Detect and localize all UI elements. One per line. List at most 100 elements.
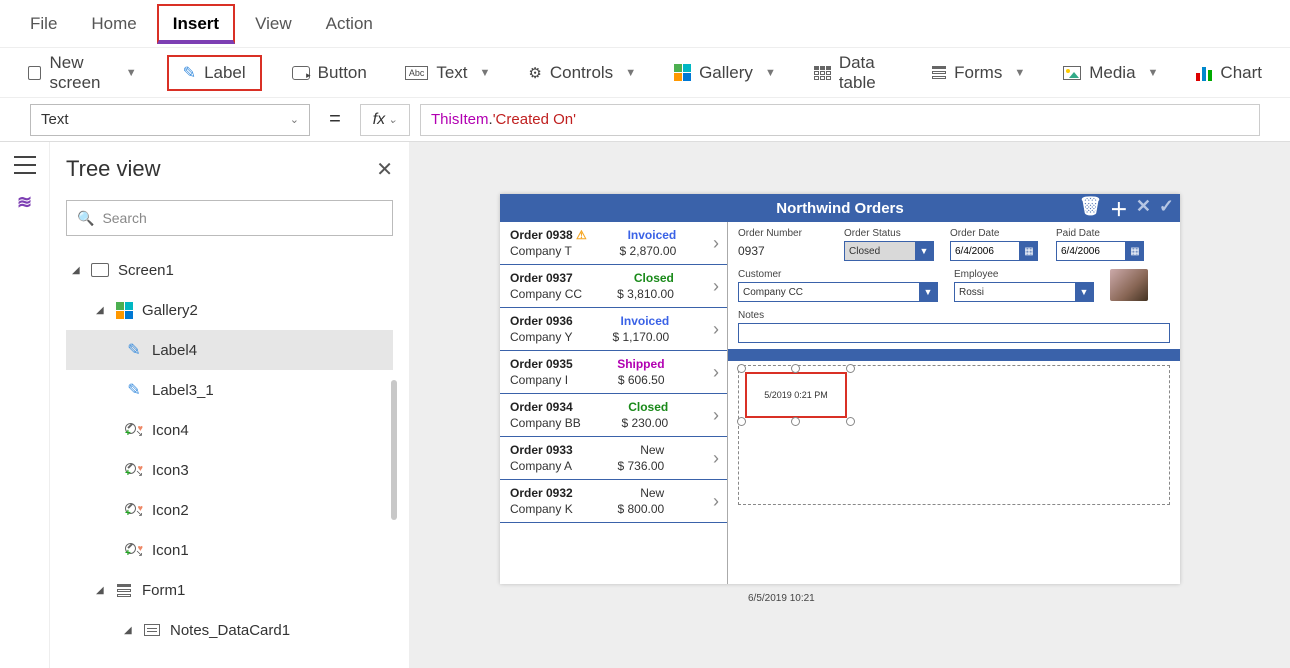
- calendar-icon[interactable]: ▦: [1020, 241, 1038, 261]
- orders-gallery[interactable]: Order 0938 ⚠Company TInvoiced$ 2,870.00›…: [500, 222, 728, 584]
- label-button[interactable]: ✎ Label: [167, 55, 262, 91]
- chevron-down-icon: ▼: [919, 283, 937, 301]
- order-amount: $ 736.00: [618, 459, 665, 473]
- tab-action[interactable]: Action: [312, 6, 387, 42]
- canvas[interactable]: Northwind Orders 🗑 ＋ ✕ ✓ Order 0938 ⚠Com…: [410, 142, 1290, 668]
- paid-date-picker[interactable]: ▦: [1056, 241, 1146, 261]
- button-icon: ▸: [292, 66, 310, 80]
- tree-item-label: Notes_DataCard1: [170, 622, 290, 639]
- chevron-down-icon: ▼: [1075, 283, 1093, 301]
- chevron-right-icon[interactable]: ›: [709, 276, 719, 297]
- expand-icon[interactable]: ◢: [96, 305, 106, 316]
- order-date-value[interactable]: [950, 241, 1020, 261]
- tree-item-label: Icon2: [152, 502, 189, 519]
- app-preview[interactable]: Northwind Orders 🗑 ＋ ✕ ✓ Order 0938 ⚠Com…: [500, 194, 1180, 584]
- detail-label-employee: Employee: [954, 269, 1094, 280]
- tree-item-icon4[interactable]: ♥+↘ Icon4: [66, 410, 393, 450]
- expand-icon[interactable]: ◢: [96, 585, 106, 596]
- order-gallery-item[interactable]: Order 0932Company KNew$ 800.00›: [500, 480, 727, 523]
- gallery-button[interactable]: Gallery ▼: [666, 59, 784, 87]
- customer-select[interactable]: Company CC▼: [738, 282, 938, 302]
- controls-icon: ⚙: [528, 64, 541, 82]
- order-amount: $ 606.50: [618, 373, 665, 387]
- detail-label-paiddate: Paid Date: [1056, 228, 1146, 239]
- chevron-down-icon: ▼: [915, 242, 933, 260]
- forms-button[interactable]: Forms ▼: [924, 59, 1033, 87]
- fx-button[interactable]: fx⌄: [360, 104, 410, 136]
- formula-bar: Text ⌄ = fx⌄ ThisItem.'Created On': [0, 98, 1290, 142]
- tree-item-screen1[interactable]: ◢ Screen1: [66, 250, 393, 290]
- left-rail: ≋: [0, 142, 50, 668]
- label4-selected[interactable]: 5/2019 0:21 PM: [745, 372, 847, 418]
- employee-select[interactable]: Rossi▼: [954, 282, 1094, 302]
- order-status: Shipped: [617, 357, 664, 371]
- order-amount: $ 3,810.00: [617, 287, 674, 301]
- order-amount: $ 800.00: [618, 502, 665, 516]
- chart-button[interactable]: Chart: [1188, 59, 1270, 87]
- add-icon[interactable]: ＋: [1110, 196, 1128, 222]
- tree-view-panel: Tree view ✕ 🔍 Search ◢ Screen1 ◢ Gallery…: [50, 142, 410, 668]
- scrollbar[interactable]: [391, 380, 397, 520]
- media-button[interactable]: Media ▼: [1055, 59, 1166, 87]
- paid-date-value[interactable]: [1056, 241, 1126, 261]
- cancel-icon[interactable]: ✕: [1136, 196, 1151, 222]
- search-placeholder: Search: [102, 210, 146, 226]
- order-gallery-item[interactable]: Order 0936Company YInvoiced$ 1,170.00›: [500, 308, 727, 351]
- tree-item-label4[interactable]: ✎ Label4: [66, 330, 393, 370]
- check-icon[interactable]: ✓: [1159, 196, 1174, 222]
- formula-input[interactable]: ThisItem.'Created On': [420, 104, 1260, 136]
- tree-item-form1[interactable]: ◢ Form1: [66, 570, 393, 610]
- tree-search-input[interactable]: 🔍 Search: [66, 200, 393, 236]
- order-amount: $ 230.00: [621, 416, 668, 430]
- order-company: Company CC: [510, 287, 582, 301]
- tree-view-icon[interactable]: ≋: [17, 192, 32, 213]
- tree-item-icon2[interactable]: ♥+↘ Icon2: [66, 490, 393, 530]
- chevron-right-icon[interactable]: ›: [709, 319, 719, 340]
- button-button[interactable]: ▸ Button: [284, 59, 375, 87]
- tree-item-icon3[interactable]: ♥+↘ Icon3: [66, 450, 393, 490]
- text-btn-text: Text: [436, 63, 467, 83]
- label-icon: ✎: [124, 380, 144, 400]
- datatable-button[interactable]: Data table: [806, 49, 902, 97]
- tree-item-notes-datacard1[interactable]: ◢ Notes_DataCard1: [66, 610, 393, 650]
- order-status-select[interactable]: Closed▼: [844, 241, 934, 261]
- formula-token-thisitem: ThisItem: [431, 111, 489, 128]
- hamburger-icon[interactable]: [14, 156, 36, 174]
- search-icon: 🔍: [77, 210, 94, 227]
- order-gallery-item[interactable]: Order 0933Company ANew$ 736.00›: [500, 437, 727, 480]
- selection-handles[interactable]: [742, 369, 850, 421]
- tab-file[interactable]: File: [16, 6, 71, 42]
- expand-icon[interactable]: ◢: [72, 265, 82, 276]
- trash-icon[interactable]: 🗑: [1079, 196, 1102, 222]
- chevron-right-icon[interactable]: ›: [709, 491, 719, 512]
- order-gallery-item[interactable]: Order 0937Company CCClosed$ 3,810.00›: [500, 265, 727, 308]
- notes-input[interactable]: [738, 323, 1170, 343]
- chevron-right-icon[interactable]: ›: [709, 405, 719, 426]
- text-button[interactable]: Abc Text ▼: [397, 59, 499, 87]
- order-gallery-item[interactable]: Order 0938 ⚠Company TInvoiced$ 2,870.00›: [500, 222, 727, 265]
- tree-item-label3-1[interactable]: ✎ Label3_1: [66, 370, 393, 410]
- chevron-right-icon[interactable]: ›: [709, 362, 719, 383]
- order-date-picker[interactable]: ▦: [950, 241, 1040, 261]
- calendar-icon[interactable]: ▦: [1126, 241, 1144, 261]
- chevron-right-icon[interactable]: ›: [709, 448, 719, 469]
- property-selector[interactable]: Text ⌄: [30, 104, 310, 136]
- order-gallery-item[interactable]: Order 0934Company BBClosed$ 230.00›: [500, 394, 727, 437]
- tree-item-gallery2[interactable]: ◢ Gallery2: [66, 290, 393, 330]
- order-gallery-item[interactable]: Order 0935Company IShipped$ 606.50›: [500, 351, 727, 394]
- chevron-right-icon[interactable]: ›: [709, 233, 719, 254]
- order-status: Invoiced: [628, 228, 677, 242]
- tree-item-icon1[interactable]: ♥+↘ Icon1: [66, 530, 393, 570]
- tab-view[interactable]: View: [241, 6, 306, 42]
- tab-home[interactable]: Home: [77, 6, 150, 42]
- controls-button[interactable]: ⚙ Controls ▼: [520, 59, 644, 87]
- tree-item-label: Screen1: [118, 262, 174, 279]
- order-id: Order 0938 ⚠: [510, 228, 587, 242]
- order-id: Order 0934: [510, 400, 581, 414]
- tab-insert[interactable]: Insert: [157, 4, 235, 44]
- expand-icon[interactable]: ◢: [124, 625, 134, 636]
- icon-icon: ♥+↘: [124, 460, 144, 480]
- notes-datacard[interactable]: 5/2019 0:21 PM: [738, 365, 1170, 505]
- close-icon[interactable]: ✕: [376, 157, 393, 182]
- new-screen-button[interactable]: New screen ▼: [20, 49, 145, 97]
